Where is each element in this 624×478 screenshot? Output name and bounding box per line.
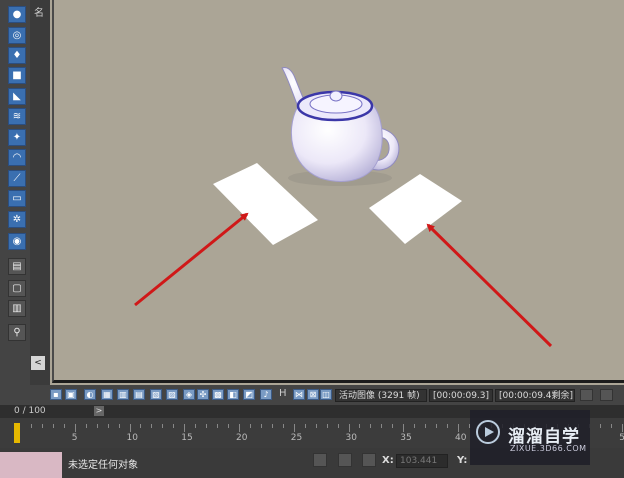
arrow-to-left-plane — [134, 212, 249, 307]
render-setup-icon[interactable]: ⋈ — [293, 389, 305, 400]
timeline-tick — [173, 424, 175, 428]
timeline-tick — [260, 424, 262, 428]
layer-icon[interactable]: ▩ — [212, 389, 224, 400]
material-icon[interactable]: ♪ — [260, 389, 272, 400]
timeline-tick — [206, 424, 208, 428]
timeline-tick-label: 35 — [400, 433, 412, 443]
time-slider-handle[interactable] — [14, 423, 20, 443]
timeline-tick — [129, 424, 131, 432]
timeline-tick — [217, 424, 219, 428]
timeline-tick — [74, 424, 76, 432]
absolute-mode-icon[interactable] — [362, 453, 376, 467]
timeline-tick — [140, 424, 142, 428]
timeline-tick — [85, 424, 87, 428]
record-status-field: 活动图像 (3291 帧) — [335, 389, 427, 402]
align-icon[interactable]: ✣ — [197, 389, 209, 400]
teapot-knob — [329, 90, 343, 102]
timeline-tick — [611, 424, 613, 428]
timeline-tick-label: 10 — [126, 433, 138, 443]
timeline-tick — [249, 424, 251, 428]
timeline-tick — [425, 424, 427, 428]
status-extra-icon[interactable] — [600, 389, 613, 401]
timeline-tick-label: 30 — [345, 433, 357, 443]
viewport-scene — [134, 67, 553, 348]
timeline-tick — [600, 424, 602, 428]
timeline-tick — [118, 424, 120, 428]
timeline-tick — [304, 424, 306, 428]
time-remaining-field: [00:00:09.4剩余] — [495, 389, 575, 402]
timeline-tick — [282, 424, 284, 428]
time-elapsed-field: [00:00:09.3] — [429, 389, 493, 402]
curve-editor-icon[interactable]: ◧ — [227, 389, 239, 400]
timeline-tick — [458, 424, 459, 432]
render-frame-icon[interactable]: ⊠ — [307, 389, 319, 400]
maxscript-listener-field[interactable] — [0, 452, 62, 478]
timeline-tick-label: 40 — [455, 433, 467, 443]
timeline-tick — [370, 424, 372, 428]
timeline-tick — [381, 424, 383, 428]
timeline-tick — [228, 424, 230, 428]
viewport-layout-icon[interactable]: ▣ — [65, 389, 77, 400]
layout-tab-icon[interactable]: ▪ — [50, 389, 62, 400]
timeline-tick-label: 5 — [71, 433, 78, 443]
timeline-tick-label: 55 — [619, 433, 624, 443]
render-icon[interactable]: ◐ — [84, 389, 96, 400]
h-label: H — [279, 388, 287, 399]
snap-icon[interactable]: ▥ — [117, 389, 129, 400]
timeline-tick — [326, 424, 328, 428]
mirror-icon[interactable]: ◈ — [183, 389, 195, 400]
timeline-tick-label: 15 — [181, 433, 193, 443]
timeline-tick — [162, 424, 164, 428]
timeline-tick — [436, 424, 438, 428]
selection-status-text: 未选定任何对象 — [68, 460, 138, 471]
schematic-icon[interactable]: ◩ — [243, 389, 255, 400]
timeline-tick — [392, 424, 394, 428]
timeline-tick-label: 25 — [290, 433, 303, 443]
timeline-tick — [52, 424, 54, 428]
timeline-tick — [63, 424, 65, 428]
timeline-tick — [239, 424, 240, 432]
timeline-tick — [315, 424, 317, 428]
angle-snap-icon[interactable]: ▤ — [133, 389, 145, 400]
timeline-tick — [337, 424, 339, 428]
timeline-tick — [271, 424, 273, 428]
timeline-tick — [414, 424, 416, 428]
active-shade-icon[interactable]: ◫ — [320, 389, 332, 400]
timeline-tick — [96, 424, 98, 428]
x-coord-field[interactable]: 103.441 — [396, 454, 448, 468]
grid-icon[interactable]: ▦ — [101, 389, 113, 400]
frame-counter: 0 / 100 — [14, 406, 46, 416]
timeline-tick — [195, 424, 197, 428]
watermark-url: ZIXUE.3D66.COM — [510, 444, 587, 453]
timeline-tick — [107, 424, 109, 428]
isolate-icon[interactable] — [313, 453, 327, 467]
timeline-tick — [403, 424, 405, 432]
y-coord-label: Y: — [457, 455, 468, 466]
timeline-tick — [447, 424, 449, 428]
timeline-tick-label: 20 — [236, 433, 248, 443]
timeline-tick — [151, 424, 153, 428]
status-settings-icon[interactable] — [580, 389, 593, 401]
next-frame-button[interactable]: > — [94, 406, 104, 416]
watermark-play-icon — [485, 427, 494, 437]
timeline-tick — [293, 424, 295, 432]
timeline-tick — [30, 424, 32, 428]
x-coord-label: X: — [382, 455, 394, 466]
spinner-snap-icon[interactable]: ▨ — [166, 389, 178, 400]
lock-selection-icon[interactable] — [338, 453, 352, 467]
timeline-tick — [184, 424, 186, 432]
timeline-tick — [359, 424, 361, 428]
percent-snap-icon[interactable]: ▧ — [150, 389, 162, 400]
timeline-tick — [622, 424, 624, 432]
timeline-tick — [41, 424, 43, 428]
timeline-tick — [348, 424, 350, 432]
plane-right — [369, 174, 462, 244]
arrow-to-right-plane — [426, 223, 553, 348]
